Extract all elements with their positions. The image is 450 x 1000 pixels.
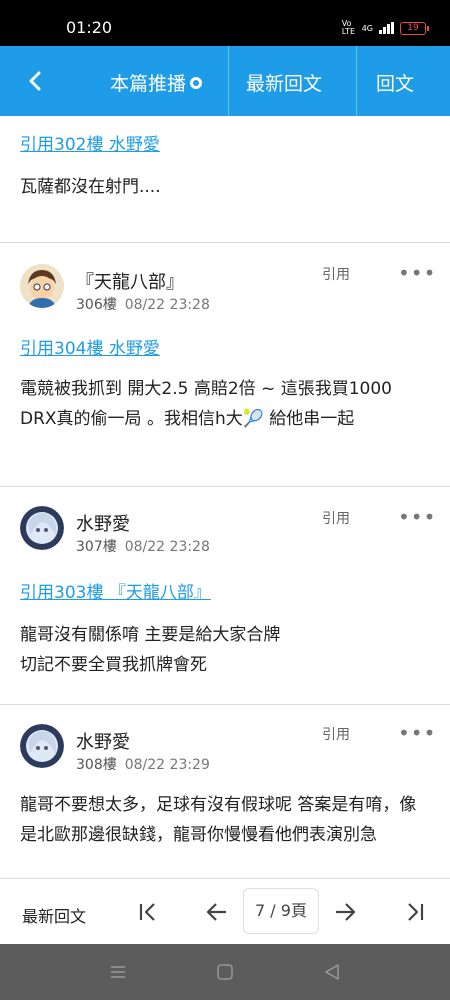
avatar-image	[20, 506, 64, 550]
more-options-icon[interactable]: •••	[398, 723, 436, 743]
avatar-image	[20, 724, 64, 768]
quote-link[interactable]: 引用304樓 水野愛	[20, 334, 160, 359]
volte-indicator: Vo LTE	[341, 19, 355, 36]
back-icon[interactable]	[323, 963, 341, 981]
system-nav-bar	[0, 944, 450, 1000]
more-options-icon[interactable]: •••	[398, 263, 436, 283]
latest-reply-button[interactable]: 最新回文	[22, 903, 86, 927]
next-page-icon[interactable]	[332, 899, 358, 925]
avatar[interactable]	[20, 724, 64, 768]
quote-button[interactable]: 引用	[322, 508, 350, 528]
post-body: 龍哥沒有關係唷 主要是給大家合牌 切記不要全買我抓牌會死	[20, 625, 281, 675]
menu-icon[interactable]	[109, 963, 127, 981]
quote-link[interactable]: 引用302樓 水野愛	[20, 130, 160, 155]
more-options-icon[interactable]: •••	[398, 507, 436, 527]
post-meta: 308樓 08/22 23:29	[76, 754, 210, 774]
app-bar: 本篇推播 最新回文 回文	[0, 46, 450, 116]
avatar-image	[20, 264, 64, 308]
post-date: 08/22 23:28	[124, 539, 210, 555]
floor-number: 308樓	[76, 757, 117, 773]
post-meta: 306樓 08/22 23:28	[76, 294, 210, 314]
last-page-icon[interactable]	[402, 899, 428, 925]
tab-push-notify[interactable]: 本篇推播	[110, 69, 203, 96]
tab-reply[interactable]: 回文	[376, 69, 414, 96]
post-body: 瓦薩都沒在射門....	[20, 177, 161, 197]
signal-icon	[379, 22, 394, 34]
home-icon[interactable]	[216, 963, 234, 981]
page-indicator[interactable]: 7 / 9頁	[243, 888, 319, 934]
post-divider	[0, 486, 450, 487]
pager-bar: 最新回文 7 / 9頁	[0, 878, 450, 944]
post-body: 電競被我抓到 開大2.5 高賠2倍 ~ 這張我買1000 DRX真的偷一局 。我…	[20, 379, 392, 429]
floor-number: 307樓	[76, 539, 117, 555]
post-date: 08/22 23:29	[124, 757, 210, 773]
post-list: 引用302樓 水野愛 瓦薩都沒在射門.... 『天龍八部』 306樓 08/22 …	[0, 116, 450, 878]
floor-number: 306樓	[76, 297, 117, 313]
battery-icon: 19	[400, 21, 429, 35]
post-author[interactable]: 水野愛	[76, 728, 130, 754]
network-type: 4G	[361, 23, 373, 33]
post-meta: 307樓 08/22 23:28	[76, 536, 210, 556]
post-date: 08/22 23:28	[124, 297, 210, 313]
back-arrow-icon[interactable]	[22, 67, 50, 95]
post-divider	[0, 704, 450, 705]
avatar[interactable]	[20, 264, 64, 308]
status-bar: 01:20 Vo LTE 4G 19	[0, 0, 450, 46]
status-time: 01:20	[66, 18, 113, 37]
post-author[interactable]: 水野愛	[76, 510, 130, 536]
first-page-icon[interactable]	[135, 899, 161, 925]
post-divider	[0, 242, 450, 243]
speaker-icon	[190, 77, 203, 89]
avatar[interactable]	[20, 506, 64, 550]
quote-button[interactable]: 引用	[322, 264, 350, 284]
quote-button[interactable]: 引用	[322, 724, 350, 744]
post-body: 龍哥不要想太多，足球有沒有假球呢 答案是有唷，像是北歐那邊很缺錢，龍哥你慢慢看他…	[20, 795, 417, 845]
post-author[interactable]: 『天龍八部』	[76, 268, 184, 294]
quote-link[interactable]: 引用303樓 『天龍八部』	[20, 578, 211, 603]
previous-page-icon[interactable]	[204, 899, 230, 925]
tab-latest-reply[interactable]: 最新回文	[246, 69, 322, 96]
